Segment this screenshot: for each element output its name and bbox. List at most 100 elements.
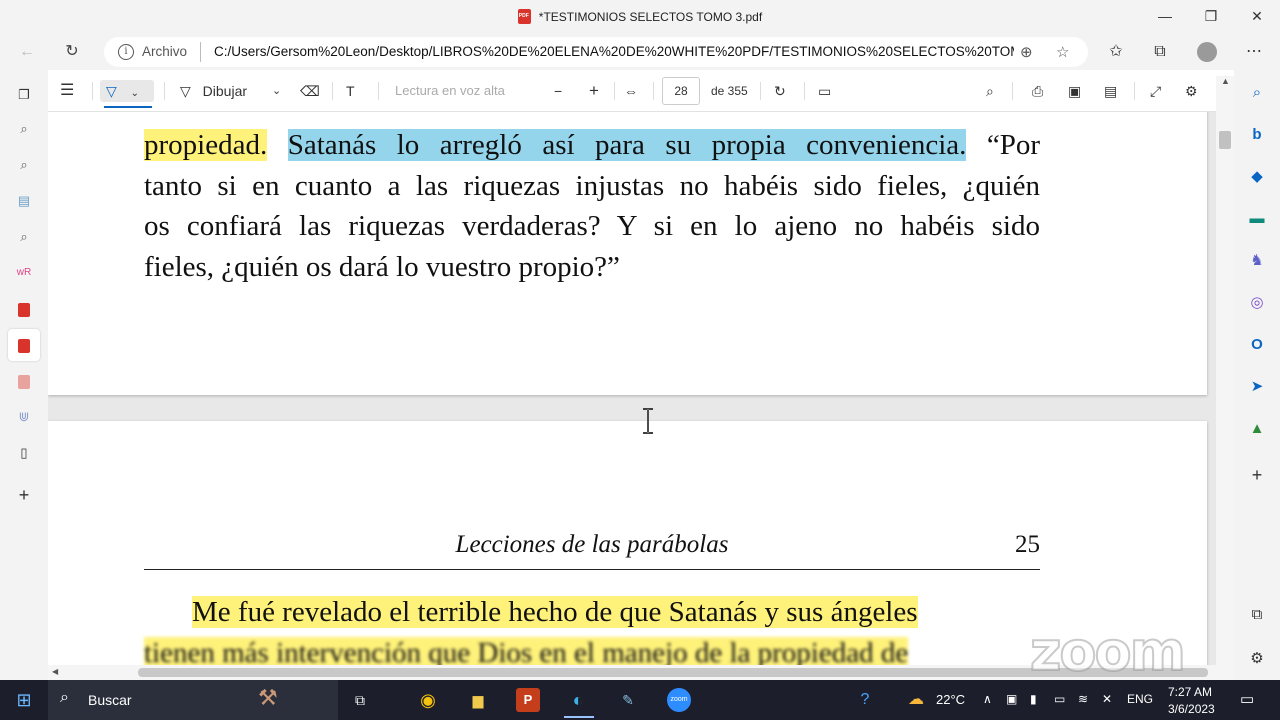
clock-date[interactable]: 3/6/2023 <box>1168 702 1215 716</box>
windows-taskbar: ⊞ ⌕ Buscar ⚒ ⧉ ◉ ▆ P ◐ ✎ zoom ? ☁ 22°C ∧… <box>0 680 1280 720</box>
page-view-icon[interactable]: ▭ <box>818 80 831 102</box>
close-button[interactable]: ✕ <box>1234 4 1280 28</box>
window-title-text: *TESTIMONIOS SELECTOS TOMO 3.pdf <box>538 10 763 24</box>
contents-list-icon[interactable]: ☰ <box>60 80 74 102</box>
tab-image-icon[interactable]: ▤ <box>12 189 36 213</box>
tree-icon[interactable]: ▲ <box>1246 418 1268 440</box>
vertical-scrollbar[interactable]: ▲ <box>1216 76 1234 680</box>
tab-word-icon[interactable]: wR <box>12 261 36 285</box>
fullscreen-icon[interactable]: ⤢ <box>1150 80 1161 102</box>
clock-time[interactable]: 7:27 AM <box>1168 685 1212 699</box>
address-divider <box>200 42 201 62</box>
task-view-icon[interactable]: ⧉ <box>348 688 372 712</box>
running-head: Lecciones de las parábolas <box>455 531 729 558</box>
highlighted-text: Satanás lo arregló así para su propia co… <box>287 129 967 161</box>
profile-avatar[interactable] <box>1197 42 1217 62</box>
tab-pdf-icon[interactable] <box>12 297 36 321</box>
tray-chevron-icon[interactable]: ∧ <box>983 692 992 706</box>
tab-actions-icon[interactable]: ❐ <box>12 83 36 107</box>
scroll-left-arrow-icon[interactable]: ◀ <box>52 667 58 676</box>
tab-document-icon[interactable]: ▯ <box>12 441 36 465</box>
zoom-out-icon[interactable]: − <box>554 80 562 102</box>
highlighter-icon: ▽ <box>106 83 117 99</box>
games-icon[interactable]: ♞ <box>1246 250 1268 272</box>
battery-icon: ▮ <box>1030 692 1037 706</box>
tab-pdf-active-icon[interactable] <box>8 329 40 361</box>
draw-chevron-icon[interactable]: ⌄ <box>272 80 281 102</box>
page-text: tienen más intervención que Dios en el m… <box>144 633 1040 668</box>
zoom-magnifier-icon[interactable]: ⊕ <box>1020 43 1033 61</box>
tab-pdf-faded-icon[interactable] <box>12 369 36 393</box>
draw-tool-button[interactable]: ▽ Dibujar <box>180 80 247 102</box>
tab-search-icon[interactable]: ⌕ <box>12 117 36 141</box>
minimize-button[interactable]: — <box>1142 4 1188 28</box>
collections-icon[interactable]: ⧉ <box>1148 40 1172 64</box>
file-explorer-icon[interactable]: ▆ <box>466 688 490 712</box>
find-icon[interactable]: ⌕ <box>986 80 994 102</box>
highlighted-text: tienen más intervención que Dios en el m… <box>144 637 909 668</box>
hide-sidebar-icon[interactable]: ⧉ <box>1246 604 1268 626</box>
tray-app-icon[interactable]: ▣ <box>1006 692 1017 706</box>
page-number-input[interactable]: 28 <box>662 77 700 105</box>
draw-label: Dibujar <box>202 83 248 99</box>
edge-icon[interactable]: ◐ <box>566 688 590 712</box>
powerpoint-icon[interactable]: P <box>516 688 540 712</box>
weather-temp: 22°C <box>936 692 966 707</box>
more-menu-icon[interactable]: ⋯ <box>1242 40 1266 64</box>
weather-icon: ☁ <box>908 691 924 708</box>
tools-briefcase-icon[interactable]: ▬ <box>1246 208 1268 230</box>
tab-search-icon-3[interactable]: ⌕ <box>12 225 36 249</box>
text-tool-icon[interactable]: T <box>346 80 355 102</box>
sidebar-settings-icon[interactable]: ⚙ <box>1246 648 1268 670</box>
tab-globe-icon[interactable]: ⋓ <box>12 405 36 429</box>
url-text[interactable]: C:/Users/Gersom%20Leon/Desktop/LIBROS%20… <box>214 44 1014 59</box>
pdf-viewport[interactable]: propiedad. Satanás lo arregló así para s… <box>48 112 1216 668</box>
search-icon[interactable]: ⌕ <box>1246 82 1268 104</box>
add-sidebar-app-icon[interactable]: + <box>1246 464 1268 486</box>
read-aloud-button[interactable]: Lectura en voz alta <box>395 80 505 102</box>
maximize-button[interactable]: ❐ <box>1188 4 1234 28</box>
chevron-down-icon: ⌄ <box>130 88 140 99</box>
rotate-icon[interactable]: ↻ <box>774 80 786 102</box>
print-icon[interactable]: ⎙ <box>1032 80 1043 102</box>
search-highlight-icon: ⚒ <box>258 685 278 710</box>
eraser-icon[interactable]: ⌫ <box>300 80 320 102</box>
send-icon[interactable]: ➤ <box>1246 376 1268 398</box>
vertical-scroll-thumb[interactable] <box>1219 131 1231 149</box>
zoom-app-icon[interactable]: zoom <box>667 688 691 712</box>
site-label: Archivo <box>142 44 188 59</box>
scroll-up-arrow-icon[interactable]: ▲ <box>1221 76 1230 86</box>
window-title: *TESTIMONIOS SELECTOS TOMO 3.pdf <box>0 9 1280 24</box>
shopping-tag-icon[interactable]: ◆ <box>1246 166 1268 188</box>
back-arrow-icon[interactable]: ← <box>14 40 40 64</box>
help-icon[interactable]: ? <box>853 688 877 712</box>
network-icon[interactable]: ▭ <box>1054 692 1065 706</box>
bing-icon[interactable]: b <box>1246 124 1268 146</box>
new-tab-plus-icon[interactable]: + <box>12 483 36 507</box>
save-as-icon[interactable]: ▤ <box>1104 80 1117 102</box>
chrome-icon[interactable]: ◉ <box>416 688 440 712</box>
text-line: tanto si en cuanto a las riquezas injust… <box>144 169 1040 202</box>
windows-start-icon[interactable]: ⊞ <box>12 688 36 712</box>
save-icon[interactable]: ▣ <box>1068 80 1081 102</box>
settings-gear-icon[interactable]: ⚙ <box>1185 80 1198 102</box>
notifications-icon[interactable]: ▭ <box>1240 690 1254 708</box>
notepad-icon[interactable]: ✎ <box>616 688 640 712</box>
zoom-watermark-logo: zoom <box>1029 619 1187 684</box>
add-favorite-icon[interactable]: ☆ <box>1056 43 1069 61</box>
fit-width-icon[interactable]: ⇔ <box>624 80 638 102</box>
favorites-icon[interactable]: ✩ <box>1104 40 1128 64</box>
address-bar[interactable]: i Archivo C:/Users/Gersom%20Leon/Desktop… <box>104 37 1088 67</box>
volume-muted-icon[interactable]: ✕ <box>1102 692 1112 706</box>
vertical-tabs-sidebar: ❐ ⌕ ⌕ ▤ ⌕ wR ⋓ ▯ + <box>0 70 48 680</box>
highlight-tool-button[interactable]: ▽ ⌄ <box>100 80 154 102</box>
outlook-icon[interactable]: O <box>1246 334 1268 356</box>
info-icon[interactable]: i <box>118 44 134 60</box>
refresh-icon[interactable]: ↻ <box>59 40 85 64</box>
tab-search-icon-2[interactable]: ⌕ <box>12 153 36 177</box>
taskbar-search-box[interactable]: ⌕ Buscar ⚒ <box>48 680 338 720</box>
wifi-icon[interactable]: ≋ <box>1078 692 1088 706</box>
language-indicator[interactable]: ENG <box>1127 692 1153 706</box>
microsoft-365-icon[interactable]: ◎ <box>1246 292 1268 314</box>
zoom-in-icon[interactable]: + <box>589 80 599 102</box>
